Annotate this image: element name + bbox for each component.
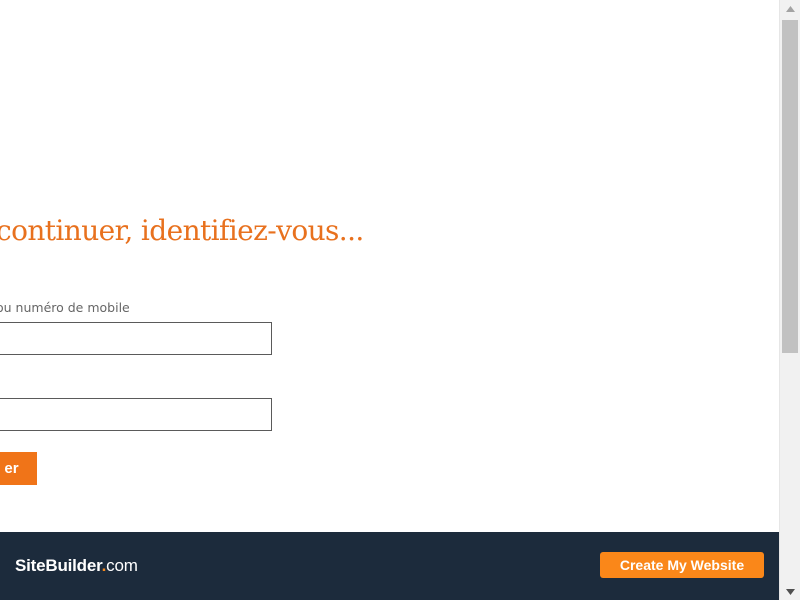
brand-name: SiteBuilder	[15, 556, 102, 575]
footer-banner: SiteBuilder.com Create My Website	[0, 532, 779, 600]
phone-input[interactable]	[0, 322, 272, 355]
brand-logo[interactable]: SiteBuilder.com	[15, 556, 138, 576]
vertical-scrollbar[interactable]	[779, 0, 800, 600]
scroll-down-arrow[interactable]	[780, 583, 800, 600]
scroll-up-arrow[interactable]	[780, 0, 800, 17]
chevron-down-icon	[785, 588, 795, 595]
create-website-button[interactable]: Create My Website	[600, 552, 764, 578]
scrollbar-thumb[interactable]	[782, 20, 798, 353]
phone-field-label: ou numéro de mobile	[0, 300, 130, 315]
brand-tld: com	[106, 556, 138, 575]
password-input[interactable]	[0, 398, 272, 431]
chevron-up-icon	[785, 5, 795, 12]
page: continuer, identifiez-vous... ou numéro …	[0, 0, 800, 600]
login-submit-button[interactable]: er	[0, 452, 37, 485]
page-title: continuer, identifiez-vous...	[0, 214, 364, 247]
login-content: continuer, identifiez-vous... ou numéro …	[0, 0, 779, 532]
